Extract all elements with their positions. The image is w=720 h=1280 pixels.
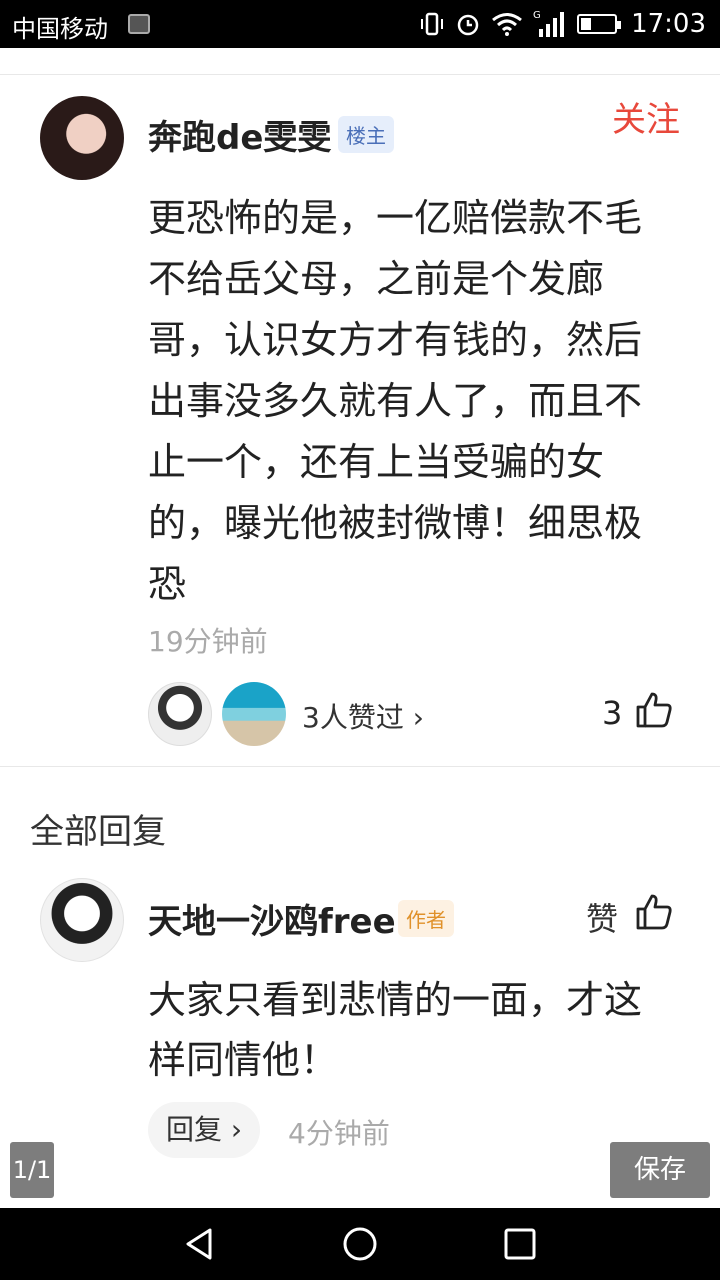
signal-type-label: G <box>533 10 541 21</box>
author-badge: 作者 <box>398 900 454 937</box>
reply-text: 大家只看到悲情的一面，才这样同情他！ <box>148 978 643 1082</box>
author-avatar[interactable] <box>40 96 124 180</box>
likers-link[interactable]: 3人赞过 › <box>302 696 424 736</box>
battery-icon <box>577 14 622 34</box>
section-divider <box>0 766 720 767</box>
author-name[interactable]: 奔跑de雯雯 <box>148 110 331 159</box>
liker-avatar[interactable] <box>148 682 212 746</box>
back-icon[interactable] <box>180 1224 220 1264</box>
wifi-icon <box>492 13 522 36</box>
reply-author-name[interactable]: 天地一沙鸥free <box>148 894 396 943</box>
reply-time: 4分钟前 <box>288 1117 390 1150</box>
status-icons: G 17:03 <box>419 6 706 42</box>
reply-like-label[interactable]: 赞 <box>586 894 618 940</box>
save-button[interactable]: 保存 <box>610 1142 710 1198</box>
signal-icon: G <box>533 10 565 37</box>
replies-title: 全部回复 <box>30 812 166 852</box>
owner-badge: 楼主 <box>338 116 394 153</box>
status-bar: 中国移动 G 17:03 <box>0 0 720 48</box>
navigation-bar <box>0 1208 720 1280</box>
reply-author-avatar[interactable] <box>40 878 124 962</box>
thumbs-up-icon[interactable] <box>634 690 674 730</box>
home-icon[interactable] <box>340 1224 380 1264</box>
liker-avatar[interactable] <box>222 682 286 746</box>
notification-image-icon <box>128 14 150 34</box>
reply-button[interactable]: 回复 › <box>148 1102 261 1158</box>
comment-time: 19分钟前 <box>148 625 268 658</box>
page-indicator: 1/1 <box>10 1142 54 1198</box>
comment-text: 更恐怖的是，一亿赔偿款不毛不给岳父母，之前是个发廊哥，认识女方才有钱的，然后出事… <box>148 196 643 606</box>
recent-apps-icon[interactable] <box>500 1224 540 1264</box>
alarm-icon <box>457 14 479 36</box>
follow-button[interactable]: 关注 <box>612 92 680 141</box>
vibrate-icon <box>421 12 444 36</box>
clock: 17:03 <box>631 9 706 39</box>
carrier-label: 中国移动 <box>12 15 108 43</box>
reply-thumbs-up-icon[interactable] <box>634 892 674 932</box>
like-count: 3 <box>602 694 623 732</box>
top-divider <box>0 74 720 75</box>
